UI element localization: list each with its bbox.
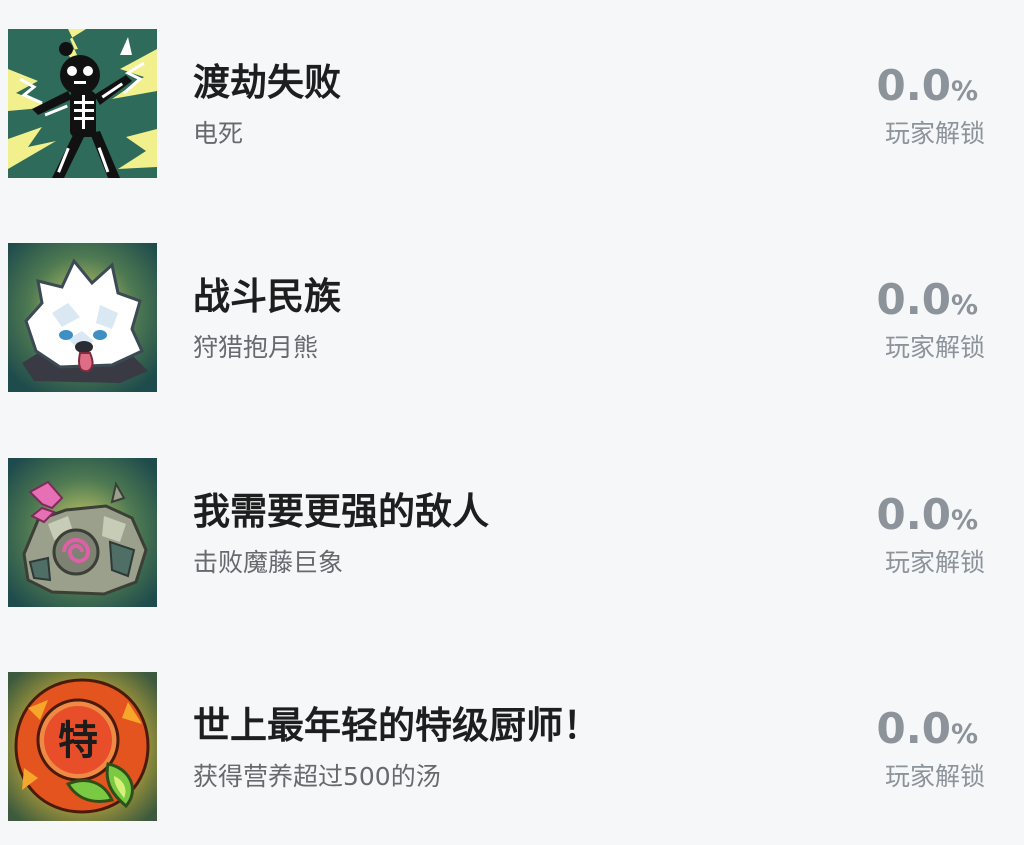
vine-golem-icon — [8, 458, 157, 607]
special-chef-badge-icon: 特 — [8, 672, 157, 821]
unlock-rate-value: 0.0 — [876, 704, 951, 753]
unlock-rate-label: 玩家解锁 — [884, 548, 985, 577]
achievement-description: 狩猎抱月熊 — [193, 333, 319, 362]
achievement-title: 战斗民族 — [193, 275, 341, 318]
unlock-rate-label: 玩家解锁 — [884, 333, 985, 362]
moon-bear-icon — [8, 243, 157, 392]
achievement-description: 击败魔藤巨象 — [193, 548, 344, 577]
achievement-row[interactable]: 特 世上最年轻的特级厨师！ 获得营养超过500的汤 0.0% 玩家解锁 — [0, 672, 1024, 822]
unlock-rate: 0.0% — [877, 492, 978, 547]
unlock-rate-value: 0.0 — [876, 275, 951, 324]
unlock-rate-unit: % — [950, 505, 978, 536]
achievement-description: 获得营养超过500的汤 — [193, 762, 441, 791]
unlock-rate-unit: % — [950, 76, 978, 107]
achievement-description: 电死 — [193, 119, 244, 148]
achievement-title: 我需要更强的敌人 — [193, 490, 489, 533]
unlock-rate: 0.0% — [877, 277, 978, 332]
achievement-row[interactable]: 我需要更强的敌人 击败魔藤巨象 0.0% 玩家解锁 — [0, 458, 1024, 608]
unlock-rate-value: 0.0 — [876, 490, 951, 539]
achievement-list: 渡劫失败 电死 0.0% 玩家解锁 战斗民族 狩猎抱月熊 0.0% 玩家解锁 我… — [0, 0, 1024, 845]
unlock-rate-value: 0.0 — [876, 61, 951, 110]
unlock-rate-label: 玩家解锁 — [884, 119, 985, 148]
unlock-rate: 0.0% — [877, 63, 978, 118]
electrocuted-skeleton-icon — [8, 29, 157, 178]
unlock-rate: 0.0% — [877, 706, 978, 761]
achievement-title: 渡劫失败 — [193, 61, 341, 104]
unlock-rate-unit: % — [950, 290, 978, 321]
unlock-rate-unit: % — [950, 719, 978, 750]
achievement-row[interactable]: 战斗民族 狩猎抱月熊 0.0% 玩家解锁 — [0, 243, 1024, 393]
achievement-title: 世上最年轻的特级厨师！ — [193, 704, 600, 747]
unlock-rate-label: 玩家解锁 — [884, 762, 985, 791]
badge-character: 特 — [58, 718, 98, 764]
achievement-row[interactable]: 渡劫失败 电死 0.0% 玩家解锁 — [0, 29, 1024, 179]
